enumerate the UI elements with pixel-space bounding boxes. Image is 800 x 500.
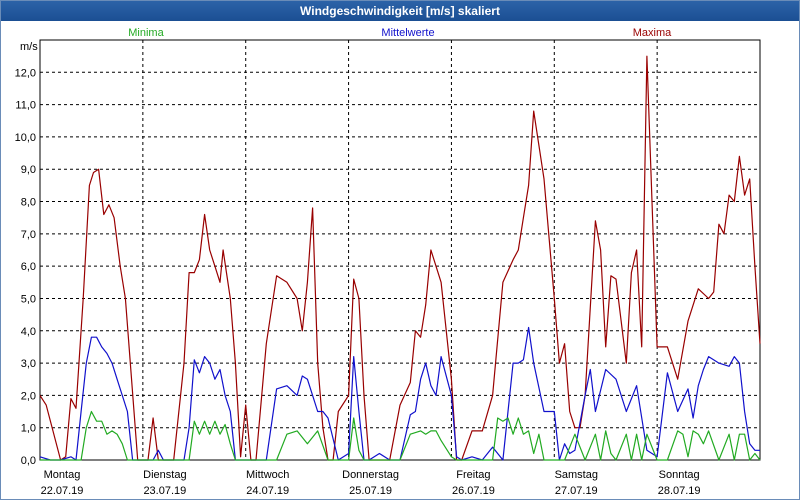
x-tick-date: 23.07.19 [143,485,186,497]
y-tick-label: 7,0 [21,229,36,241]
x-tick-date: 22.07.19 [41,485,84,497]
y-tick-label: 9,0 [21,164,36,176]
y-tick-label: 1,0 [21,423,36,435]
y-tick-label: 8,0 [21,197,36,209]
wind-speed-chart: Minima Mittelwerte Maxima m/s 0,0 1,0 2,0 3… [15,27,761,497]
x-tick-day: Sonntag [659,469,700,481]
y-tick-label: 6,0 [21,261,36,273]
x-tick-day: Donnerstag [342,469,399,481]
series-maxima-line [39,55,761,461]
y-tick-label: 2,0 [21,390,36,402]
y-tick-label: 3,0 [21,358,36,370]
y-tick-label: 11,0 [15,100,36,112]
x-tick-day: Samstag [555,469,598,481]
y-axis-unit: m/s [20,41,38,53]
x-tick-day: Dienstag [143,469,186,481]
legend-minima: Minima [128,27,164,39]
x-tick-day: Montag [44,469,81,481]
x-tick-date: 24.07.19 [246,485,289,497]
legend-maxima: Maxima [633,27,672,39]
x-tick-date: 27.07.19 [555,485,598,497]
x-tick-date: 28.07.19 [658,485,701,497]
x-tick-day: Freitag [456,469,490,481]
y-tick-label: 0,0 [21,455,36,467]
series-minima-line [40,410,761,461]
x-tick-date: 25.07.19 [349,485,392,497]
y-tick-label: 10,0 [15,132,36,144]
y-tick-label: 5,0 [21,293,36,305]
x-tick-date: 26.07.19 [452,485,495,497]
series-mittelwerte-line [39,326,760,461]
y-tick-label: 12,0 [15,67,36,79]
legend-mittelwerte: Mittelwerte [381,27,434,39]
x-tick-day: Mittwoch [246,469,289,481]
y-tick-label: 4,0 [21,326,36,338]
plot-frame [39,39,761,461]
